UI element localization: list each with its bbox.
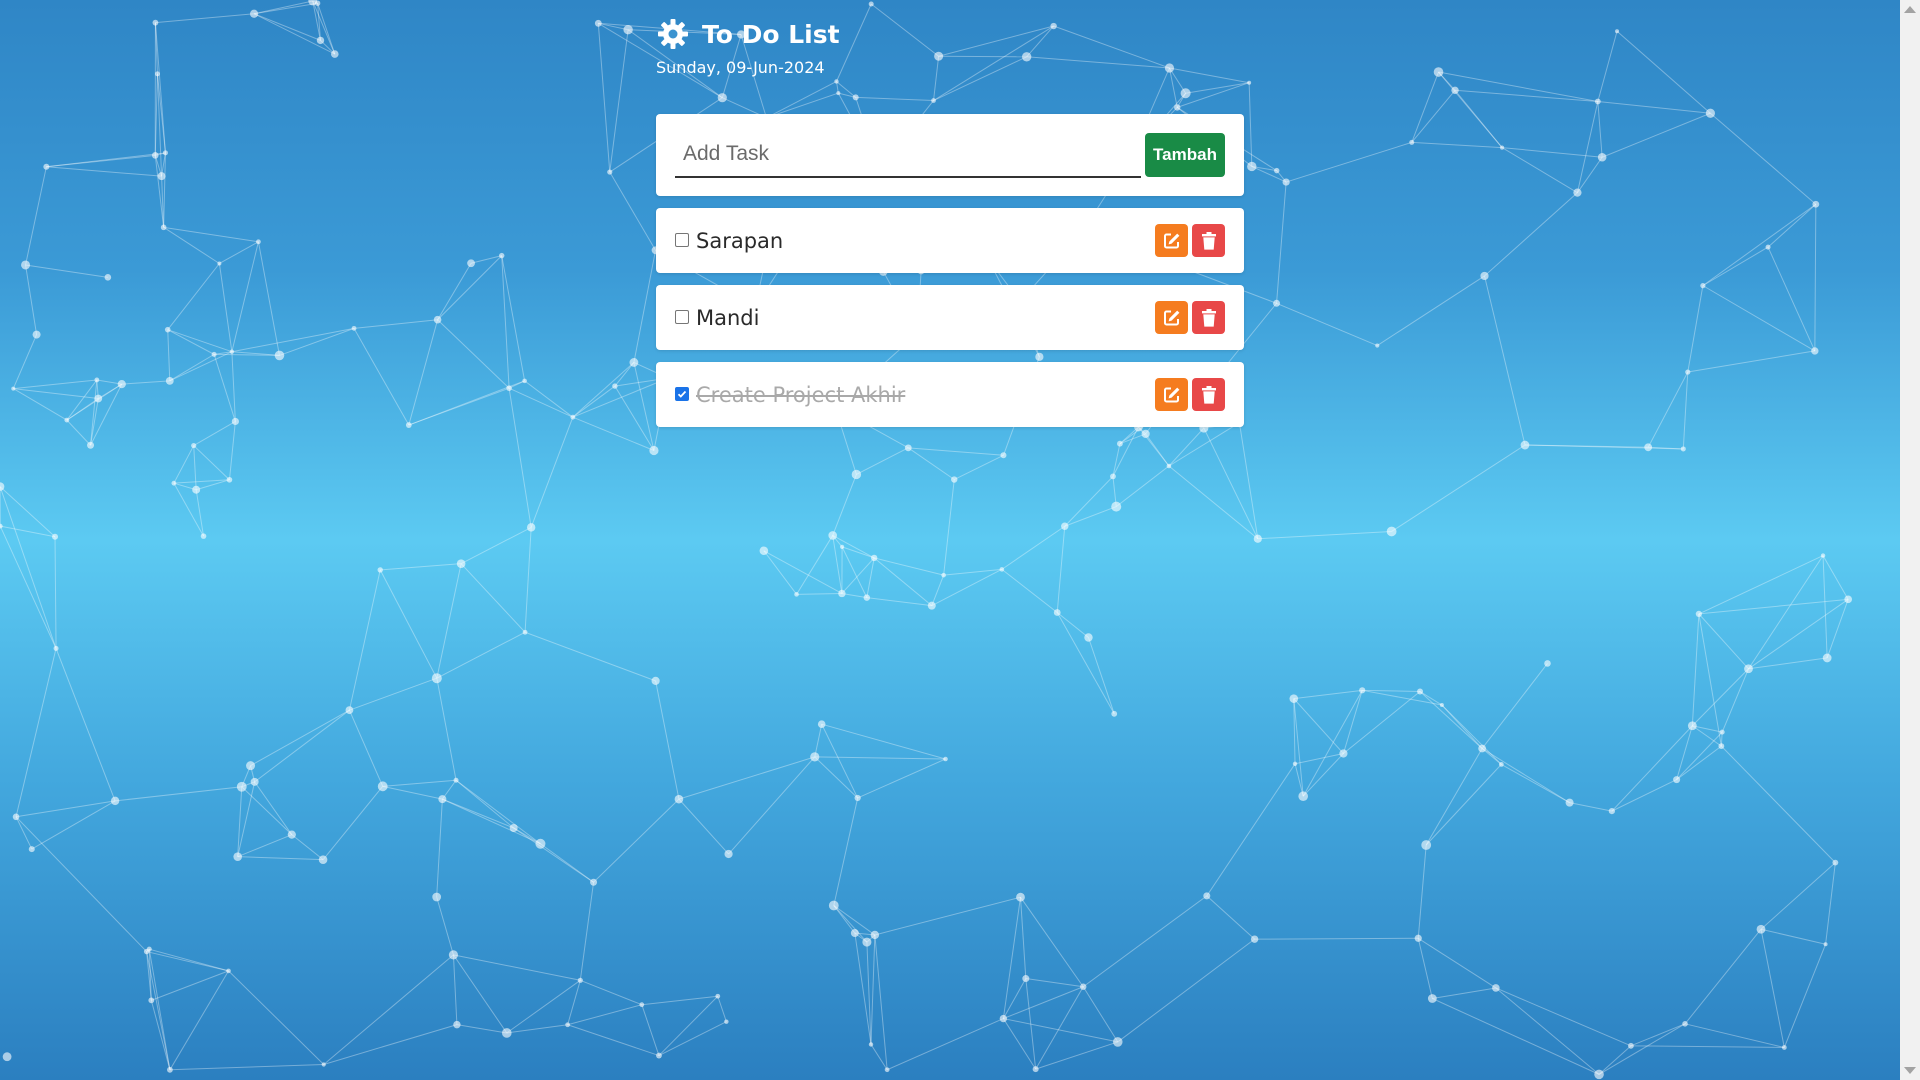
- scroll-up-arrow-icon[interactable]: [1904, 6, 1916, 13]
- scroll-down-arrow-icon[interactable]: [1904, 1067, 1916, 1074]
- add-task-input[interactable]: [675, 132, 1141, 178]
- task-label: Create Project Akhir: [696, 382, 906, 407]
- task-checkbox[interactable]: [675, 386, 689, 401]
- edit-task-button[interactable]: [1155, 378, 1188, 411]
- add-task-button[interactable]: Tambah: [1145, 133, 1225, 177]
- todo-app: To Do List Sunday, 09-Jun-2024 Tambah Sa…: [656, 14, 1244, 427]
- trash-icon: [1201, 385, 1216, 404]
- page-title: To Do List: [702, 19, 840, 49]
- task-item: Create Project Akhir: [656, 362, 1244, 427]
- task-checkbox[interactable]: [675, 309, 689, 324]
- task-label: Mandi: [696, 305, 760, 330]
- edit-icon: [1163, 310, 1179, 325]
- scrollbar[interactable]: [1900, 0, 1920, 1080]
- task-checkbox[interactable]: [675, 232, 689, 247]
- task-item: Sarapan: [656, 208, 1244, 273]
- delete-task-button[interactable]: [1192, 224, 1225, 257]
- delete-task-button[interactable]: [1192, 378, 1225, 411]
- edit-icon: [1163, 233, 1179, 248]
- task-list: Sarapan Mandi Create Project Akhir: [656, 208, 1244, 427]
- current-date: Sunday, 09-Jun-2024: [656, 58, 825, 77]
- task-item: Mandi: [656, 285, 1244, 350]
- add-task-form: Tambah: [656, 114, 1244, 196]
- edit-icon: [1163, 387, 1179, 402]
- header: To Do List: [656, 14, 1244, 54]
- edit-task-button[interactable]: [1155, 301, 1188, 334]
- task-label: Sarapan: [696, 228, 784, 253]
- trash-icon: [1201, 231, 1216, 250]
- check-icon: [677, 390, 687, 398]
- trash-icon: [1201, 308, 1216, 327]
- delete-task-button[interactable]: [1192, 301, 1225, 334]
- edit-task-button[interactable]: [1155, 224, 1188, 257]
- gear-icon: [658, 19, 688, 49]
